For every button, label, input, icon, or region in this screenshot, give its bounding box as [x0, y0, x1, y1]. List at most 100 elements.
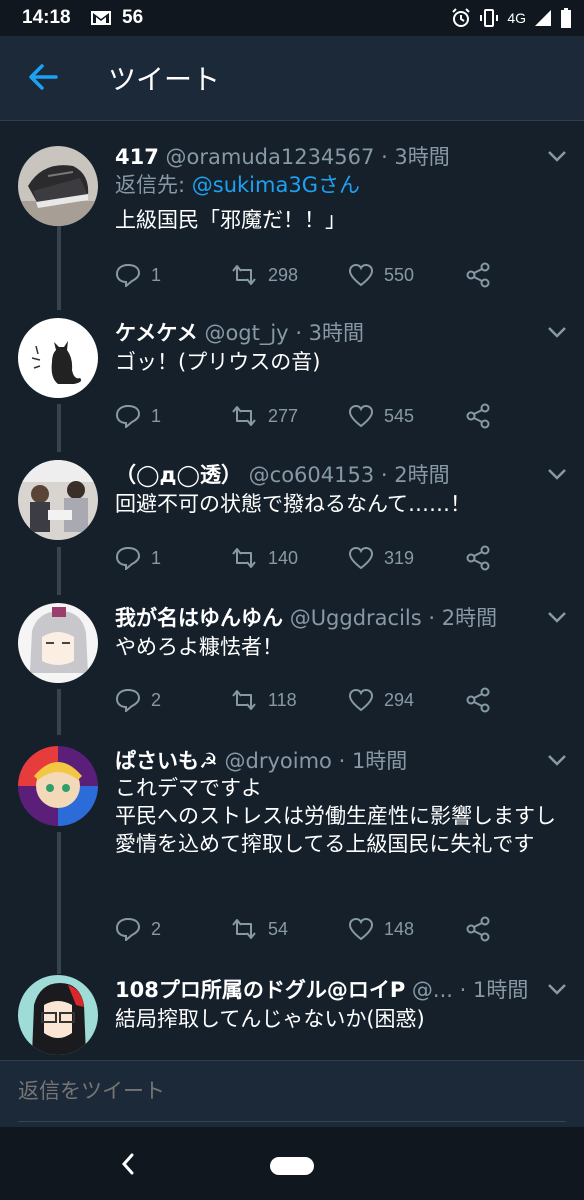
like-count: 294	[384, 689, 415, 710]
avatar-image	[18, 975, 98, 1055]
heart-icon	[348, 688, 374, 712]
nav-home-button[interactable]	[270, 1157, 314, 1175]
retweet-count: 140	[268, 547, 299, 568]
user-handle[interactable]: @oramuda1234567	[166, 145, 375, 169]
user-name[interactable]: 108プロ所属のドグル@ロイP	[115, 978, 405, 1002]
avatar-image	[18, 146, 98, 226]
chevron-down-icon[interactable]	[546, 466, 568, 482]
share-button[interactable]	[465, 260, 501, 290]
chevron-down-icon[interactable]	[546, 981, 568, 997]
user-name[interactable]: 417	[115, 145, 159, 169]
tweet-time: · 3時間	[381, 145, 450, 169]
avatar[interactable]	[18, 460, 98, 540]
arrow-left-icon[interactable]	[26, 60, 60, 94]
avatar[interactable]	[18, 318, 98, 398]
share-icon	[466, 545, 490, 571]
heart-icon	[348, 404, 374, 428]
avatar[interactable]	[18, 603, 98, 683]
retweet-button[interactable]: 54	[230, 914, 288, 944]
nav-back-icon[interactable]	[118, 1151, 136, 1177]
avatar[interactable]	[18, 146, 98, 226]
like-button[interactable]: 319	[348, 543, 414, 573]
avatar[interactable]	[18, 975, 98, 1055]
reply-button[interactable]: 1	[115, 260, 161, 290]
tweet-text: 結局搾取してんじゃないか(困惑)	[115, 1007, 425, 1031]
reply-button[interactable]: 1	[115, 543, 161, 573]
tweet[interactable]: 我が名はゆんゆん @Uggdracils · 2時間 やめろよ糠怯者！ 2 11…	[0, 603, 584, 743]
reply-button[interactable]: 1	[115, 401, 161, 431]
avatar[interactable]	[18, 746, 98, 826]
signal-icon	[535, 10, 551, 26]
like-count: 545	[384, 405, 415, 426]
user-handle[interactable]: @Uggdracils	[290, 606, 422, 630]
avatar-image	[18, 603, 98, 683]
share-button[interactable]	[465, 914, 501, 944]
user-name[interactable]: ぱさいも☭	[115, 749, 218, 773]
like-count: 550	[384, 264, 415, 285]
retweet-icon	[232, 406, 256, 426]
reply-icon	[115, 263, 141, 287]
retweet-button[interactable]: 140	[230, 543, 298, 573]
retweet-button[interactable]: 118	[230, 685, 297, 715]
tweet-header: 我が名はゆんゆん @Uggdracils · 2時間	[115, 603, 528, 633]
tweet[interactable]: ぱさいも☭ @dryoimo · 1時間 これデマですよ 平民へのストレスは労働…	[0, 746, 584, 966]
tweet-time: · 1時間	[338, 749, 408, 773]
heart-icon	[348, 917, 374, 941]
user-handle[interactable]: @ogt_jy	[204, 321, 288, 345]
share-button[interactable]	[465, 543, 501, 573]
tweet[interactable]: （◯д◯透） @co604153 · 2時間 回避不可の状態で撥ねるなんて……！…	[0, 460, 584, 600]
app-header: ツイート	[0, 36, 584, 121]
tweet[interactable]: 108プロ所属のドグル@ロイP @... · 1時間 結局搾取してんじゃないか(…	[0, 975, 584, 1060]
reply-bar	[0, 1060, 584, 1127]
like-button[interactable]: 550	[348, 260, 414, 290]
avatar-image	[18, 460, 98, 540]
retweet-button[interactable]: 277	[230, 401, 298, 431]
reply-to-mention[interactable]: @sukima3Gさん	[192, 173, 360, 197]
like-count: 148	[384, 918, 415, 939]
reply-input[interactable]	[18, 1061, 566, 1122]
tweet-text: 上級国民「邪魔だ！！」	[115, 208, 346, 232]
user-handle[interactable]: @...	[412, 978, 453, 1002]
reply-button[interactable]: 2	[115, 685, 161, 715]
chevron-down-icon[interactable]	[546, 752, 568, 768]
tweet-header: 108プロ所属のドグル@ロイP @... · 1時間	[115, 975, 528, 1005]
share-icon	[466, 687, 490, 713]
share-button[interactable]	[465, 401, 501, 431]
tweet-header: ぱさいも☭ @dryoimo · 1時間	[115, 746, 528, 776]
user-handle[interactable]: @dryoimo	[225, 749, 332, 773]
retweet-count: 54	[268, 918, 289, 939]
tweet-time: · 3時間	[295, 321, 365, 345]
battery-icon	[561, 8, 571, 28]
retweet-icon	[232, 690, 256, 710]
share-button[interactable]	[465, 685, 501, 715]
reply-icon	[115, 917, 141, 941]
retweet-button[interactable]: 298	[230, 260, 298, 290]
avatar-image	[18, 318, 98, 398]
tweet[interactable]: ケメケメ @ogt_jy · 3時間 ゴッ！(プリウスの音) 1 277 545	[0, 318, 584, 458]
like-button[interactable]: 294	[348, 685, 414, 715]
user-name[interactable]: ケメケメ	[115, 321, 198, 345]
gmail-icon	[91, 11, 111, 25]
network-type: 4G	[507, 10, 526, 26]
reply-icon	[115, 546, 141, 570]
retweet-count: 118	[268, 689, 297, 710]
reply-count: 1	[151, 405, 162, 426]
like-count: 319	[384, 547, 415, 568]
reply-button[interactable]: 2	[115, 914, 161, 944]
like-button[interactable]: 148	[348, 914, 414, 944]
reply-icon	[115, 404, 141, 428]
user-handle[interactable]: @co604153	[249, 463, 375, 487]
alarm-icon	[452, 8, 471, 27]
heart-icon	[348, 263, 374, 287]
user-name[interactable]: （◯д◯透）	[115, 463, 242, 487]
reply-to-label: 返信先:	[115, 173, 192, 197]
tweet[interactable]: 417 @oramuda1234567 · 3時間 返信先: @sukima3G…	[0, 142, 584, 302]
like-button[interactable]: 545	[348, 401, 414, 431]
chevron-down-icon[interactable]	[546, 148, 568, 164]
notification-count: 56	[122, 7, 144, 28]
chevron-down-icon[interactable]	[546, 324, 568, 340]
status-time: 14:18	[22, 7, 71, 28]
user-name[interactable]: 我が名はゆんゆん	[115, 606, 283, 630]
tweet-text: やめろよ糠怯者！	[115, 635, 283, 659]
chevron-down-icon[interactable]	[546, 609, 568, 625]
